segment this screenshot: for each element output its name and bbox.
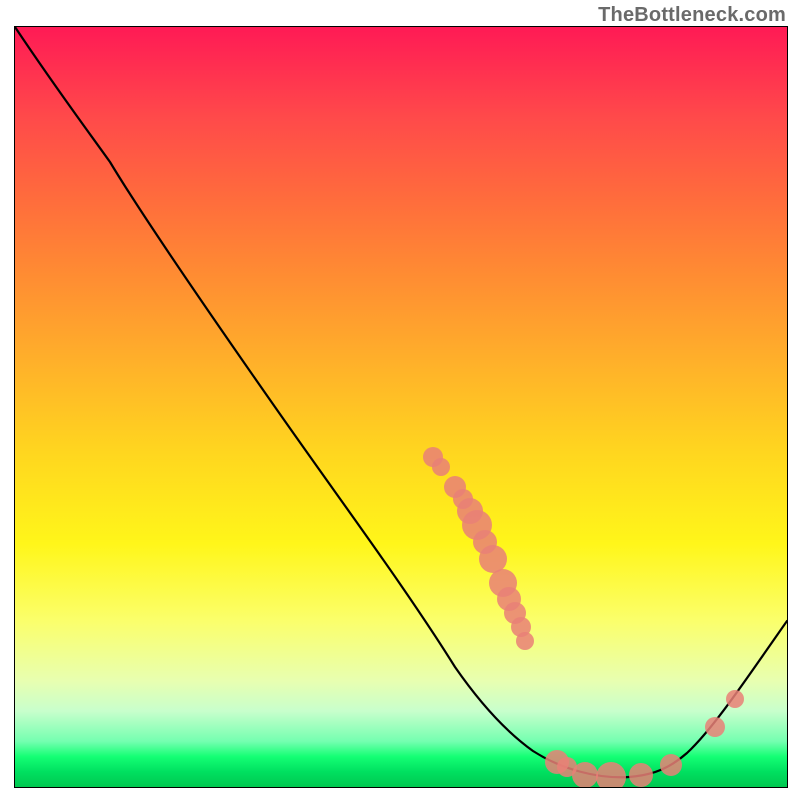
data-points-group bbox=[423, 447, 744, 787]
data-point bbox=[596, 762, 626, 787]
data-point bbox=[726, 690, 744, 708]
chart-container: TheBottleneck.com bbox=[0, 0, 800, 800]
bottleneck-curve-path bbox=[15, 27, 787, 777]
data-point bbox=[629, 763, 653, 787]
curve-overlay bbox=[15, 27, 787, 787]
watermark-text: TheBottleneck.com bbox=[598, 4, 786, 27]
data-point bbox=[516, 632, 534, 650]
data-point bbox=[432, 458, 450, 476]
plot-area bbox=[14, 26, 788, 788]
data-point bbox=[660, 754, 682, 776]
data-point bbox=[479, 545, 507, 573]
data-point bbox=[572, 762, 598, 787]
data-point bbox=[705, 717, 725, 737]
